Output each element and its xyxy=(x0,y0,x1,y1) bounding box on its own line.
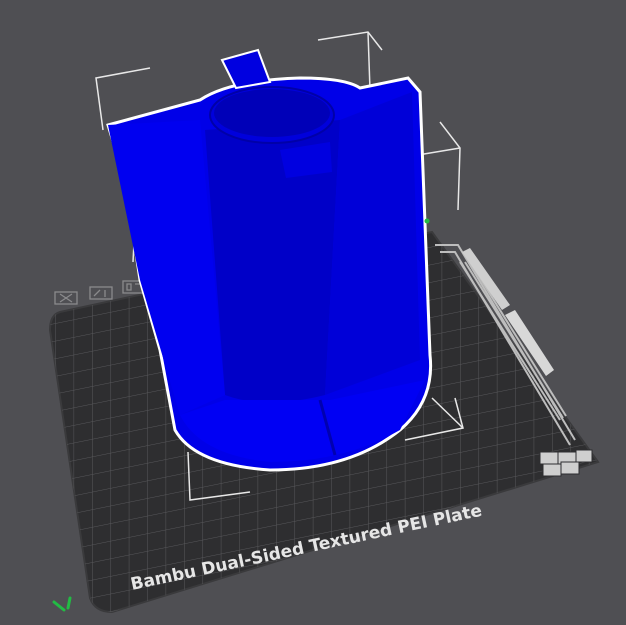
edit-icon[interactable] xyxy=(89,286,113,300)
scene[interactable]: Bambu Dual-Sided Textured PEI Plate xyxy=(0,0,626,625)
axis-icon xyxy=(52,596,72,612)
close-icon[interactable] xyxy=(54,291,78,305)
3d-viewport[interactable]: Bambu Dual-Sided Textured PEI Plate xyxy=(0,0,626,625)
origin-marker xyxy=(424,218,430,224)
